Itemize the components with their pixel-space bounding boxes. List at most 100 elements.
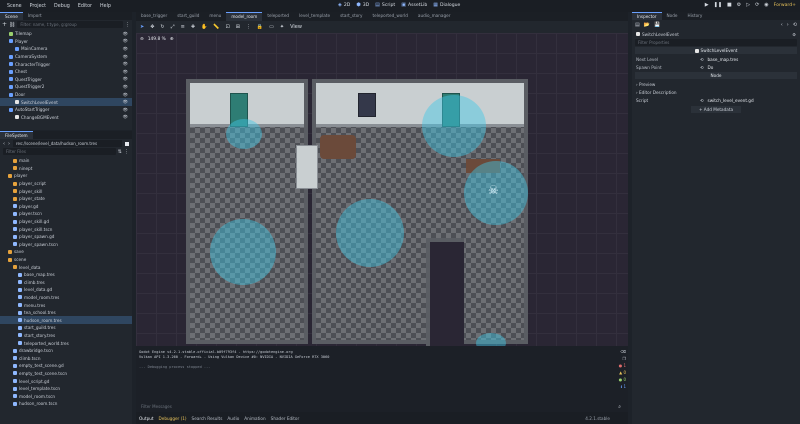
file-item[interactable]: player_skill.gd <box>0 218 132 226</box>
tab-scene[interactable]: Scene <box>0 12 23 20</box>
file-item[interactable]: player_spawn.tscn <box>0 241 132 249</box>
reload-icon[interactable]: ⟲ <box>700 98 704 103</box>
save-resource-icon[interactable]: 💾 <box>654 22 660 28</box>
file-item[interactable]: player.tscn <box>0 210 132 218</box>
editor-tab[interactable]: start_story <box>335 12 367 21</box>
file-item[interactable]: climb.tres <box>0 279 132 287</box>
menu-scene[interactable]: Scene <box>3 4 26 9</box>
clear-output-icon[interactable]: ⌫ <box>620 349 626 354</box>
workspace-dialogue[interactable]: ▦ Dialogue <box>433 2 460 8</box>
trigger-zone-bottom[interactable] <box>476 333 506 346</box>
editor-tab[interactable]: level_template <box>294 12 335 21</box>
add-node-icon[interactable]: + <box>2 21 7 28</box>
new-resource-icon[interactable]: ▤ <box>635 22 640 28</box>
trigger-zone-left[interactable] <box>210 219 276 285</box>
canvas-viewport[interactable]: ⊖ 149.8 % ⊕ ☠ <box>136 33 628 346</box>
file-item[interactable]: hudson_room.tscn <box>0 400 132 408</box>
workspace-script[interactable]: ▤ Script <box>375 2 395 8</box>
scene-node[interactable]: SwitchLevelEvent 👁 <box>0 98 132 106</box>
scene-node[interactable]: Chest 👁 <box>0 68 132 76</box>
file-item[interactable]: level_template.tscn <box>0 385 132 393</box>
menu-help[interactable]: Help <box>96 4 115 9</box>
play-custom-icon[interactable]: ⟳ <box>755 2 759 8</box>
scene-node[interactable]: ChangeBGMEvent 👁 <box>0 114 132 122</box>
menu-project[interactable]: Project <box>26 4 50 9</box>
file-item[interactable]: ninept <box>0 165 132 173</box>
file-item[interactable]: model_room.tscn <box>0 392 132 400</box>
scene-menu-icon[interactable]: ⋮ <box>125 22 130 28</box>
verbose-count[interactable]: ℹ 1 <box>621 384 626 389</box>
file-item[interactable]: player <box>0 172 132 180</box>
copy-icon[interactable]: ❐ <box>622 356 626 361</box>
menu-debug[interactable]: Debug <box>50 4 74 9</box>
tab-history[interactable]: History <box>682 12 707 20</box>
preview-section[interactable]: › Preview <box>632 80 800 88</box>
message-count[interactable]: ● 0 <box>619 377 626 382</box>
file-item[interactable]: hudson_room.tres <box>0 316 132 325</box>
editor-tab[interactable]: model_room <box>226 12 263 21</box>
play-scene-icon[interactable]: ▷ <box>746 2 750 8</box>
filter-properties-input[interactable]: Filter Properties <box>635 39 797 46</box>
file-item[interactable]: player_skill <box>0 187 132 195</box>
split-view-icon[interactable] <box>125 141 129 146</box>
warning-count[interactable]: ▲ 0 <box>619 370 626 375</box>
scene-node[interactable]: MainCamera 👁 <box>0 45 132 53</box>
file-item[interactable]: player_script <box>0 180 132 188</box>
lock-icon[interactable]: 🔒 <box>257 24 263 30</box>
file-item[interactable]: empty_test_scene.gd <box>0 362 132 370</box>
menu-editor[interactable]: Editor <box>74 4 96 9</box>
editor-tab[interactable]: teleported <box>262 12 294 21</box>
scale-tool-icon[interactable]: ⤢ <box>171 24 175 30</box>
zoom-in-icon[interactable]: ⊕ <box>170 37 174 42</box>
remote-debug-icon[interactable]: ⚙ <box>737 2 741 8</box>
workspace-2d[interactable]: ◈ 2D <box>338 2 350 8</box>
scene-node[interactable]: AutoStartTrigger 👁 <box>0 106 132 114</box>
add-metadata-button[interactable]: + Add Metadata <box>691 106 741 113</box>
file-item[interactable]: tea_school.tres <box>0 309 132 317</box>
editor-description-section[interactable]: › Editor Description <box>632 88 800 96</box>
move-tool-icon[interactable]: ✥ <box>150 24 154 30</box>
filter-nodes-input[interactable]: Filter: name, t:type, g:group <box>17 21 123 28</box>
file-item[interactable]: level_data.gd <box>0 286 132 294</box>
editor-tab[interactable]: menu <box>204 12 226 21</box>
reload-icon[interactable]: ⟲ <box>700 57 704 62</box>
editor-tab[interactable]: audio_manager <box>413 12 456 21</box>
error-count[interactable]: ● 1 <box>619 363 626 368</box>
workspace-assetlib[interactable]: ▣ AssetLib <box>401 2 427 8</box>
scene-node[interactable]: Door 👁 <box>0 91 132 99</box>
back-icon[interactable]: ‹ <box>3 141 5 147</box>
history-back-icon[interactable]: ‹ <box>781 22 783 28</box>
file-item[interactable]: save <box>0 248 132 256</box>
script-value[interactable]: switch_level_event.gd <box>708 98 754 103</box>
files-menu-icon[interactable]: ⋮ <box>124 149 129 155</box>
workspace-3d[interactable]: ⬢ 3D <box>356 2 369 8</box>
node-section-header[interactable]: Node <box>635 72 797 79</box>
renderer-select[interactable]: Forward+ <box>774 3 796 8</box>
file-item[interactable]: start_story.tres <box>0 332 132 340</box>
file-item[interactable]: player_state <box>0 195 132 203</box>
file-item[interactable]: scene <box>0 256 132 264</box>
file-item[interactable]: start_guild.tres <box>0 324 132 332</box>
ruler-tool-icon[interactable]: 📏 <box>213 24 219 30</box>
pivot-tool-icon[interactable]: ✚ <box>191 24 195 30</box>
play-icon[interactable]: ▶ <box>705 2 709 8</box>
property-value[interactable]: base_map.tres <box>708 57 739 62</box>
pan-tool-icon[interactable]: ✋ <box>201 24 207 30</box>
visibility-icon[interactable]: 👁 <box>123 69 128 75</box>
select-tool-icon[interactable]: ➤ <box>140 24 144 30</box>
file-item[interactable]: main <box>0 157 132 165</box>
visibility-icon[interactable]: 👁 <box>123 99 128 105</box>
scene-node[interactable]: CameraSystem 👁 <box>0 53 132 61</box>
object-history-icon[interactable]: ⟲ <box>793 22 797 28</box>
reload-icon[interactable]: ⟲ <box>700 65 704 70</box>
file-item[interactable]: level_data <box>0 263 132 271</box>
tab-output[interactable]: Output <box>139 416 154 421</box>
file-item[interactable]: player_spawn.gd <box>0 233 132 241</box>
file-item[interactable]: player.gd <box>0 203 132 211</box>
scene-node[interactable]: QuestTrigger 👁 <box>0 76 132 84</box>
view-menu[interactable]: View <box>290 24 302 30</box>
more-snap-icon[interactable]: ⋮ <box>246 24 251 30</box>
link-icon[interactable]: ⛓ <box>9 22 15 28</box>
file-item[interactable]: level_script.gd <box>0 377 132 385</box>
search-icon[interactable]: ⌕ <box>618 404 621 410</box>
